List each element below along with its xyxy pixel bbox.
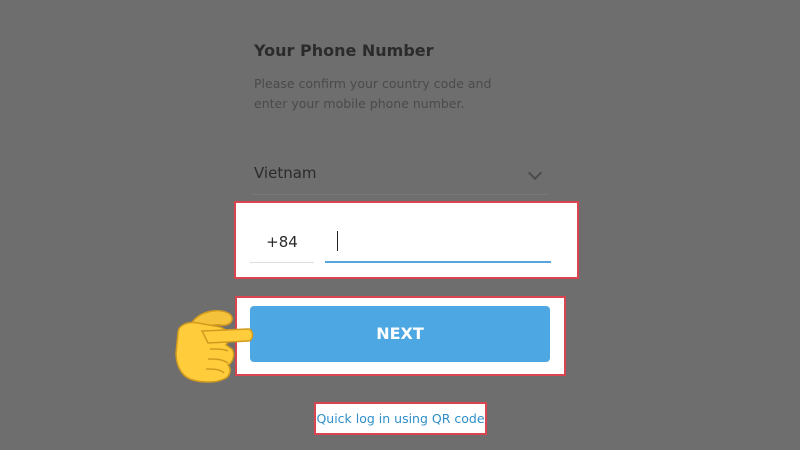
country-code-field[interactable]: +84 [250,227,314,263]
pointing-hand-icon [175,309,254,383]
phone-input-highlight: +84 [234,201,579,279]
next-button[interactable]: NEXT [250,306,550,362]
next-button-highlight: NEXT [235,296,566,376]
chevron-down-icon[interactable] [527,165,543,181]
country-selector[interactable]: Vietnam [252,158,548,195]
page-subtitle: Please confirm your country code and ent… [254,76,492,111]
phone-number-field[interactable] [325,227,551,263]
qr-login-link[interactable]: Quick log in using QR code [316,404,485,433]
page-title: Your Phone Number [254,41,434,60]
qr-login-highlight: Quick log in using QR code [314,402,487,435]
country-name: Vietnam [254,164,317,182]
text-caret [337,231,338,251]
